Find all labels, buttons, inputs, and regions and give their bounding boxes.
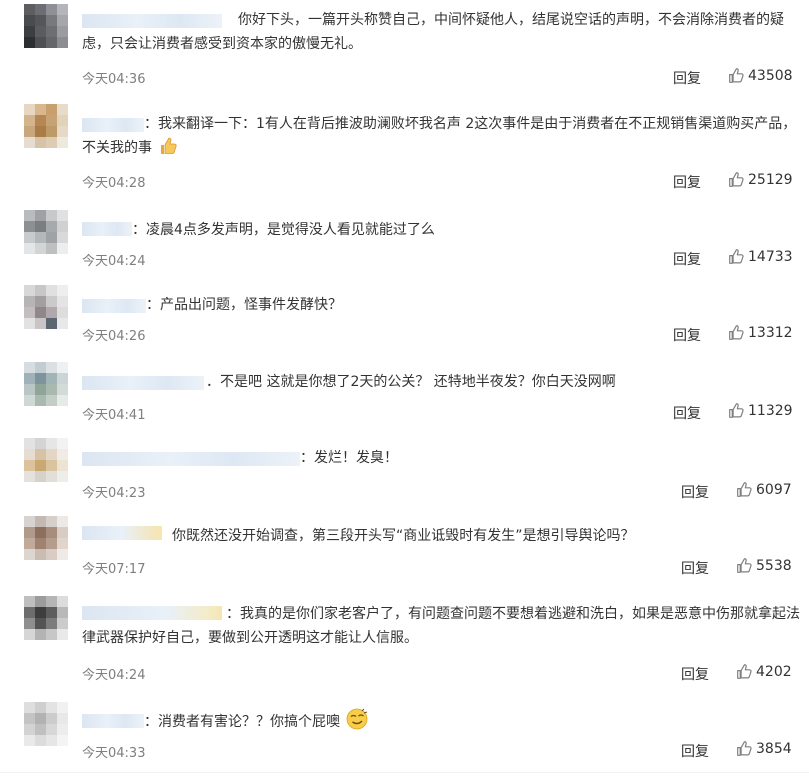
comment-item: ：我真的是你们家老客户了，有问题查问题不要想着逃避和洗白，如果是恶意中伤那就拿起… xyxy=(0,596,809,688)
comment-time: 今天04:26 xyxy=(82,329,146,344)
thumbs-up-icon xyxy=(737,482,752,497)
comment-text: 你好下头，一篇开头称赞自己，中间怀疑他人，结尾说空话的声明，不会消除消费者的疑虑… xyxy=(82,12,784,52)
comment-item: ：发烂！发臭！ 今天04:23 回复 6097 xyxy=(0,438,809,504)
comment-text: ：凌晨4点多发声明，是觉得没人看见就能过了么 xyxy=(132,222,435,238)
comment-text: ：消费者有害论？？你搞个屁噢 xyxy=(82,708,801,734)
comment-text: 你既然还没开始调查，第三段开头写“商业诋毁时有发生”是想引导舆论吗？ xyxy=(172,528,635,544)
thumbs-up-icon xyxy=(729,68,744,83)
like-count: 4202 xyxy=(756,663,792,680)
comment-time: 今天04:28 xyxy=(82,176,146,191)
reply-button[interactable]: 回复 xyxy=(673,403,701,423)
comment-item: ．不是吧 这就是你想了2天的公关？ 还特地半夜发？你白天没网啊 今天04:41 … xyxy=(0,362,809,428)
comment-item: 你好下头，一篇开头称赞自己，中间怀疑他人，结尾说空话的声明，不会消除消费者的疑虑… xyxy=(0,4,809,94)
thumbs-up-icon xyxy=(729,403,744,418)
reply-button[interactable]: 回复 xyxy=(681,741,709,761)
like-count: 5538 xyxy=(756,557,792,574)
avatar[interactable] xyxy=(24,362,68,406)
thumbs-up-icon xyxy=(729,249,744,264)
comment-item: ：凌晨4点多发声明，是觉得没人看见就能过了么 今天04:24 回复 14733 xyxy=(0,210,809,276)
thumbs-up-icon xyxy=(737,664,752,679)
comment-item: ：我来翻译一下：1有人在背后推波助澜败坏我名声 2这次事件是由于消费者在不正规销… xyxy=(0,104,809,194)
comment-text-content: ：我来翻译一下：1有人在背后推波助澜败坏我名声 2这次事件是由于消费者在不正规销… xyxy=(82,116,797,156)
avatar[interactable] xyxy=(24,438,68,482)
like-count: 13312 xyxy=(748,324,793,341)
like-count: 14733 xyxy=(748,248,793,265)
reply-button[interactable]: 回复 xyxy=(681,664,709,684)
avatar[interactable] xyxy=(24,702,68,746)
like-button[interactable]: 14733 xyxy=(728,248,793,265)
thumbs-up-icon xyxy=(729,172,744,187)
like-button[interactable]: 6097 xyxy=(736,481,792,498)
thumbs-up-icon xyxy=(737,558,752,573)
avatar[interactable] xyxy=(24,4,68,48)
comment-item: 你既然还没开始调查，第三段开头写“商业诋毁时有发生”是想引导舆论吗？ 今天07:… xyxy=(0,516,809,582)
like-count: 3854 xyxy=(756,740,792,757)
comment-item: ：产品出问题，怪事件发酵快？ 今天04:26 回复 13312 xyxy=(0,285,809,351)
reply-button[interactable]: 回复 xyxy=(681,558,709,578)
comment-time: 今天07:17 xyxy=(82,562,146,577)
comment-time: 今天04:24 xyxy=(82,668,146,683)
like-button[interactable]: 43508 xyxy=(728,67,793,84)
comment-time: 今天04:36 xyxy=(82,72,146,87)
like-count: 43508 xyxy=(748,67,793,84)
reply-button[interactable]: 回复 xyxy=(673,249,701,269)
comment-time: 今天04:24 xyxy=(82,254,146,269)
comment-text: ：产品出问题，怪事件发酵快？ xyxy=(146,297,342,313)
like-button[interactable]: 4202 xyxy=(736,663,792,680)
comment-text: ：我真的是你们家老客户了，有问题查问题不要想着逃避和洗白，如果是恶意中伤那就拿起… xyxy=(82,606,800,646)
thumbs-up-emoji xyxy=(161,137,178,154)
comment-text-content: ：消费者有害论？？你搞个屁噢 xyxy=(144,714,340,730)
comment-time: 今天04:33 xyxy=(82,746,146,761)
reply-button[interactable]: 回复 xyxy=(681,482,709,502)
avatar[interactable] xyxy=(24,596,68,640)
like-button[interactable]: 25129 xyxy=(728,171,793,188)
bottom-divider xyxy=(0,772,809,773)
reply-button[interactable]: 回复 xyxy=(673,68,701,88)
like-button[interactable]: 11329 xyxy=(728,402,793,419)
comment-text: ：我来翻译一下：1有人在背后推波助澜败坏我名声 2这次事件是由于消费者在不正规销… xyxy=(82,112,801,160)
avatar[interactable] xyxy=(24,516,68,560)
avatar[interactable] xyxy=(24,285,68,329)
comment-item: ：消费者有害论？？你搞个屁噢 今天04:33 回复 3854 xyxy=(0,702,809,768)
thumbs-up-icon xyxy=(729,325,744,340)
like-count: 6097 xyxy=(756,481,792,498)
smug-emoji xyxy=(347,708,368,730)
like-button[interactable]: 5538 xyxy=(736,557,792,574)
avatar[interactable] xyxy=(24,210,68,254)
like-button[interactable]: 13312 xyxy=(728,324,793,341)
thumbs-up-icon xyxy=(737,741,752,756)
avatar[interactable] xyxy=(24,104,68,148)
comment-text: ．不是吧 这就是你想了2天的公关？ 还特地半夜发？你白天没网啊 xyxy=(206,374,616,390)
like-count: 25129 xyxy=(748,171,793,188)
comment-text: ：发烂！发臭！ xyxy=(300,450,398,466)
reply-button[interactable]: 回复 xyxy=(673,172,701,192)
comment-time: 今天04:23 xyxy=(82,486,146,501)
reply-button[interactable]: 回复 xyxy=(673,325,701,345)
like-count: 11329 xyxy=(748,402,793,419)
comment-time: 今天04:41 xyxy=(82,408,146,423)
like-button[interactable]: 3854 xyxy=(736,740,792,757)
